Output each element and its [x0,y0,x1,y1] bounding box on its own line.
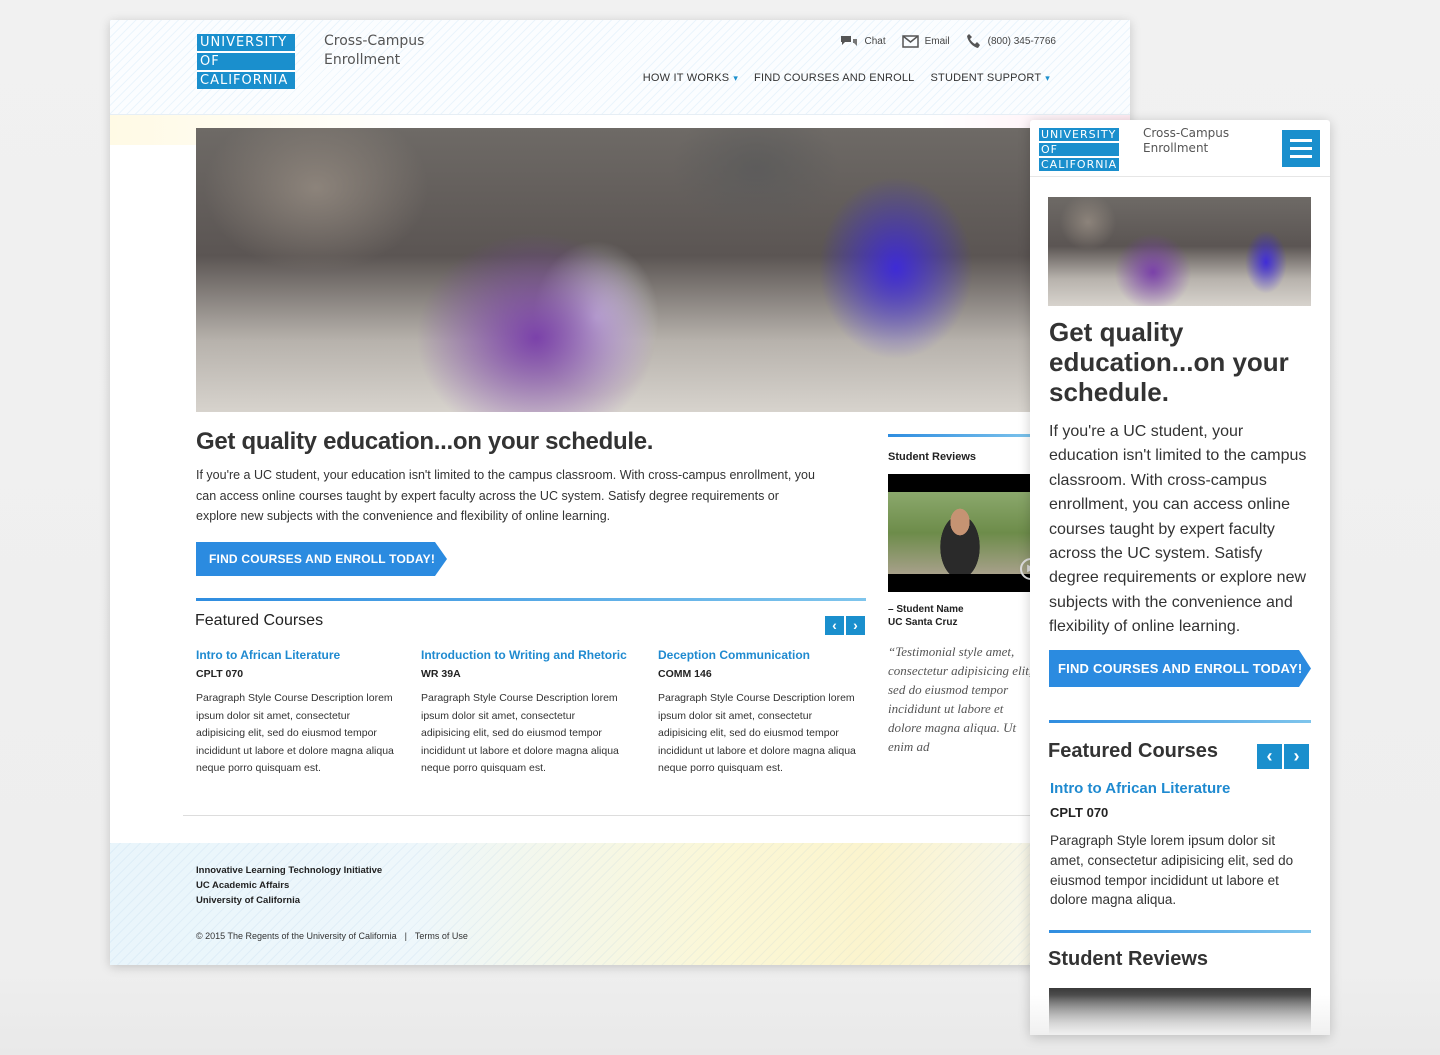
student-name: – Student Name [888,604,964,615]
chat-link[interactable]: Chat [840,33,886,49]
email-label: Email [924,35,950,47]
nav-student-support-label: STUDENT SUPPORT [930,72,1042,84]
nav-find-courses[interactable]: FIND COURSES AND ENROLL [754,72,914,84]
course-title-link[interactable]: Deception Communication [658,648,858,662]
chat-bubbles-icon [841,35,858,46]
intro-paragraph: If you're a UC student, your education i… [196,468,815,523]
course-code: CPLT 070 [196,668,244,680]
uc-logo[interactable]: UNIVERSITY OF CALIFORNIA [1039,128,1119,171]
page-headline: Get quality education...on your schedule… [1049,317,1289,407]
section-rule [888,434,1038,437]
hero-image [196,128,1030,412]
envelope-icon [901,34,919,48]
intro-paragraph: If you're a UC student, your education i… [1049,423,1307,636]
find-courses-cta-button[interactable]: FIND COURSES AND ENROLL TODAY! [196,542,447,576]
terms-link[interactable]: Terms of Use [415,931,468,941]
phone-link[interactable]: (800) 345-7766 [966,33,1056,49]
utility-links: Chat Email (800) 345-7766 [840,33,1056,49]
chevron-right-icon[interactable]: › [1284,744,1309,769]
site-header: UNIVERSITY OF CALIFORNIA Cross-Campus En… [110,20,1130,115]
chevron-left-icon[interactable]: ‹ [1257,744,1282,769]
footer-link-academic-affairs[interactable]: UC Academic Affairs [196,878,382,893]
student-reviews-panel: Student Reviews ▶ – Student Name UC Sant… [888,434,1038,756]
student-reviews-title: Student Reviews [1048,948,1209,970]
carousel-controls: ‹ › [1257,744,1309,769]
student-campus: UC Santa Cruz [888,617,958,628]
logo-line-3: CALIFORNIA [1039,158,1119,171]
footer-link-uc[interactable]: University of California [196,893,382,908]
desktop-preview: UNIVERSITY OF CALIFORNIA Cross-Campus En… [110,20,1130,965]
review-video[interactable]: ▶ [888,474,1038,592]
site-title-line-1: Cross-Campus [324,33,425,49]
testimonial-quote: “Testimonial style amet, consectetur adi… [888,644,1033,754]
course-description: Paragraph Style Course Description lorem… [421,692,619,774]
footer-separator: | [404,931,407,941]
copyright-text: © 2015 The Regents of the University of … [196,931,397,941]
mobile-preview: UNIVERSITY OF CALIFORNIA Cross-Campus En… [1030,120,1330,1035]
site-title-line-1: Cross-Campus [1143,126,1230,140]
site-title[interactable]: Cross-Campus Enrollment [324,32,454,70]
video-thumbnail [888,492,1038,574]
course-code: WR 39A [421,668,461,680]
uc-logo[interactable]: UNIVERSITY OF CALIFORNIA [197,34,295,89]
logo-line-2: OF [1039,143,1119,158]
chevron-down-icon: ▾ [1045,73,1050,83]
chevron-down-icon: ▾ [733,73,739,83]
site-title-line-2: Enrollment [1143,141,1209,155]
section-rule [1049,930,1311,933]
course-title-link[interactable]: Introduction to Writing and Rhetoric [421,648,636,662]
content-divider [183,815,1063,816]
logo-line-1: UNIVERSITY [1039,128,1119,143]
find-courses-cta-button[interactable]: FIND COURSES AND ENROLL TODAY! [1049,650,1311,687]
footer-org-links: Innovative Learning Technology Initiativ… [196,863,382,908]
main-nav: HOW IT WORKS ▾ FIND COURSES AND ENROLL ST… [643,72,1050,84]
logo-line-3: CALIFORNIA [197,72,295,89]
footer-copyright-row: © 2015 The Regents of the University of … [196,931,468,941]
nav-find-courses-label: FIND COURSES AND ENROLL [754,72,915,84]
course-card: Deception Communication COMM 146 Paragra… [658,648,858,778]
course-description: Paragraph Style lorem ipsum dolor sit am… [1050,833,1294,908]
course-code: CPLT 070 [1050,805,1109,820]
section-rule [196,598,866,601]
featured-courses-title: Featured Courses [1048,740,1219,762]
review-video[interactable] [1049,988,1311,1035]
hamburger-menu-icon[interactable] [1282,130,1320,167]
course-card: Intro to African Literature CPLT 070 Par… [1050,780,1312,910]
chat-label: Chat [864,35,886,47]
course-title-link[interactable]: Intro to African Literature [196,648,401,662]
site-title-line-2: Enrollment [324,52,401,68]
course-title-link[interactable]: Intro to African Literature [1050,780,1312,797]
chevron-right-icon[interactable]: › [846,616,865,635]
logo-line-1: UNIVERSITY [197,34,295,53]
course-description: Paragraph Style Course Description lorem… [658,692,856,774]
student-reviews-title: Student Reviews [888,451,977,463]
site-footer: Innovative Learning Technology Initiativ… [110,843,1130,965]
nav-student-support[interactable]: STUDENT SUPPORT ▾ [931,72,1051,84]
mobile-header: UNIVERSITY OF CALIFORNIA Cross-Campus En… [1030,120,1330,177]
email-link[interactable]: Email [901,33,950,49]
course-card: Introduction to Writing and Rhetoric WR … [421,648,636,778]
nav-how-it-works-label: HOW IT WORKS [642,72,730,84]
course-description: Paragraph Style Course Description lorem… [196,692,394,774]
hero-image [1048,197,1311,306]
footer-link-initiative[interactable]: Innovative Learning Technology Initiativ… [196,863,382,878]
phone-icon [966,34,980,48]
site-title[interactable]: Cross-Campus Enrollment [1143,126,1253,156]
section-rule [1049,720,1311,723]
course-code: COMM 146 [658,668,712,680]
nav-how-it-works[interactable]: HOW IT WORKS ▾ [643,72,738,84]
featured-courses-title: Featured Courses [195,612,324,629]
chevron-left-icon[interactable]: ‹ [825,616,844,635]
page-headline: Get quality education...on your schedule… [196,428,654,455]
logo-line-2: OF [197,53,295,72]
course-card: Intro to African Literature CPLT 070 Par… [196,648,401,778]
phone-label: (800) 345-7766 [987,35,1056,47]
carousel-controls: ‹ › [825,616,865,635]
